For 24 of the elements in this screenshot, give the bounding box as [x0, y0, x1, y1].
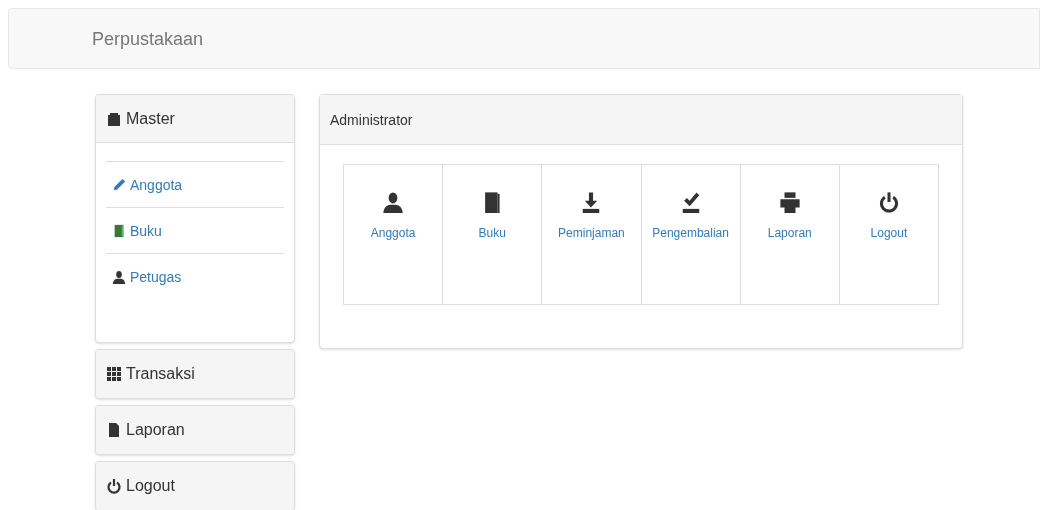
user-icon — [112, 269, 126, 284]
menu-tile[interactable]: Laporan — [739, 165, 839, 304]
power-icon — [877, 191, 900, 213]
pencil-icon — [112, 177, 126, 192]
brand-link[interactable]: Perpustakaan — [92, 24, 204, 53]
file-icon — [106, 422, 122, 438]
book-icon — [112, 223, 126, 238]
panel-heading[interactable]: Laporan — [96, 406, 294, 454]
sidebar-link[interactable]: Petugas — [130, 266, 182, 287]
panel-heading[interactable]: Master — [96, 95, 294, 143]
menu-tile[interactable]: Buku — [442, 165, 542, 304]
grid-icon — [106, 366, 122, 382]
menu-tile[interactable]: Logout — [838, 165, 939, 304]
sidebar-link[interactable]: Buku — [130, 220, 162, 241]
power-icon — [106, 478, 122, 494]
menu-tile[interactable]: Anggota — [344, 165, 443, 304]
panel-heading[interactable]: Logout — [96, 462, 294, 510]
panel-heading[interactable]: Transaksi — [96, 350, 294, 398]
user-icon — [382, 191, 405, 213]
printer-icon — [778, 191, 801, 213]
panel-heading: Administrator — [320, 95, 962, 145]
menu-tile[interactable]: Pengembalian — [640, 165, 740, 304]
sidebar-link[interactable]: Anggota — [130, 174, 183, 195]
menu-tile[interactable]: Peminjaman — [541, 165, 641, 304]
